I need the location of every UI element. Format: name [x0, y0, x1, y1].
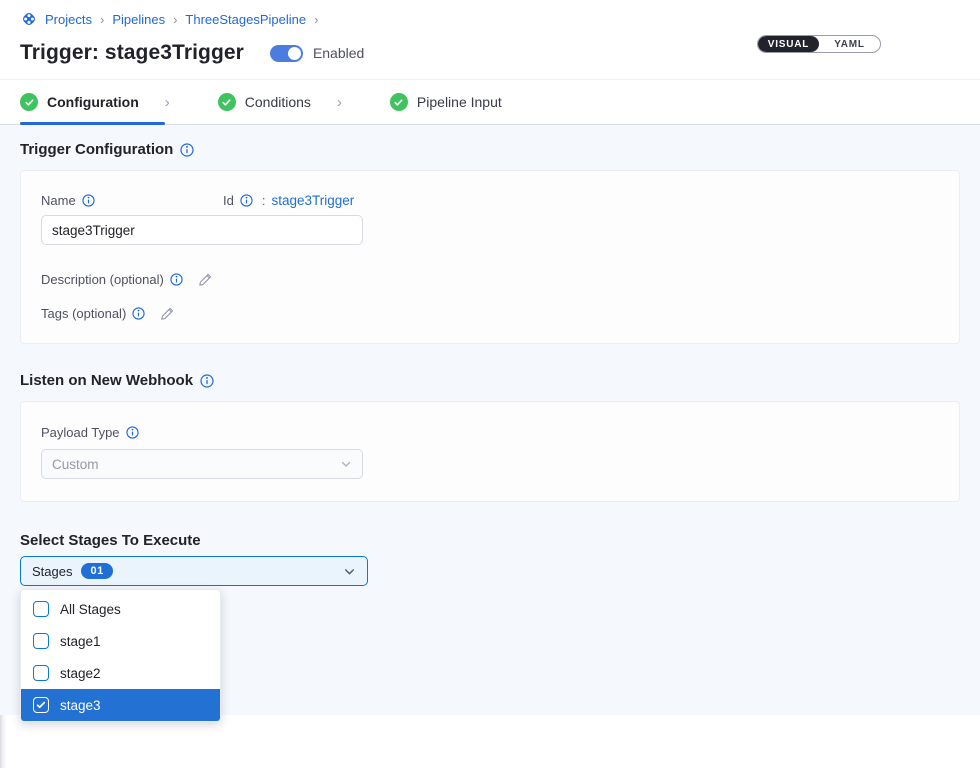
webhook-heading: Listen on New Webhook — [20, 372, 960, 389]
checkbox-icon[interactable] — [33, 697, 49, 713]
payload-type-value: Custom — [52, 457, 99, 472]
stage-option-stage2[interactable]: stage2 — [21, 657, 220, 689]
description-label: Description (optional) — [41, 272, 164, 287]
breadcrumb-pipeline-name[interactable]: ThreeStagesPipeline — [185, 12, 306, 27]
edit-pencil-icon[interactable] — [160, 306, 175, 321]
check-circle-icon — [390, 93, 408, 111]
option-label: stage3 — [60, 698, 101, 713]
tab-conditions[interactable]: Conditions — [218, 80, 337, 124]
chevron-right-icon: › — [165, 94, 194, 111]
tab-label: Pipeline Input — [417, 94, 502, 110]
checkbox-icon[interactable] — [33, 633, 49, 649]
edit-pencil-icon[interactable] — [198, 272, 213, 287]
projects-icon — [20, 10, 38, 28]
check-circle-icon — [218, 93, 236, 111]
main-content: Trigger Configuration Name Id : stage3Tr… — [0, 125, 980, 715]
tab-label: Configuration — [47, 94, 139, 110]
info-icon[interactable] — [82, 194, 95, 207]
name-input[interactable] — [41, 215, 363, 245]
stage-option-all-stages[interactable]: All Stages — [21, 593, 220, 625]
tab-pipeline-input[interactable]: Pipeline Input — [390, 80, 528, 124]
check-circle-icon — [20, 93, 38, 111]
chevron-down-icon — [340, 458, 352, 470]
breadcrumb: Projects › Pipelines › ThreeStagesPipeli… — [20, 10, 960, 28]
info-icon[interactable] — [126, 426, 139, 439]
visual-yaml-toggle[interactable]: VISUAL YAML — [757, 35, 881, 53]
name-field-label: Name — [41, 193, 223, 208]
section-heading-text: Listen on New Webhook — [20, 372, 193, 389]
visual-toggle-segment[interactable]: VISUAL — [758, 36, 819, 52]
id-colon: : — [262, 193, 266, 208]
yaml-toggle-segment[interactable]: YAML — [819, 36, 880, 52]
id-row: Id : stage3Trigger — [223, 193, 354, 208]
payload-type-label-text: Payload Type — [41, 425, 120, 440]
tab-configuration[interactable]: Configuration — [20, 80, 165, 124]
tags-label: Tags (optional) — [41, 306, 126, 321]
wizard-tabbar: Configuration › Conditions › Pipeline In… — [0, 79, 980, 125]
chevron-right-icon: › — [337, 94, 366, 111]
enabled-toggle-label: Enabled — [313, 45, 364, 61]
option-label: stage2 — [60, 666, 101, 681]
checkbox-icon[interactable] — [33, 665, 49, 681]
description-row: Description (optional) — [41, 272, 939, 287]
option-label: stage1 — [60, 634, 101, 649]
toggle-knob — [288, 47, 301, 60]
option-label: All Stages — [60, 602, 121, 617]
id-label-text: Id — [223, 193, 234, 208]
tags-row: Tags (optional) — [41, 306, 939, 321]
stages-field-label: Stages — [32, 564, 72, 579]
stages-dropdown-panel: All Stages stage1 stage2 stage3 — [20, 589, 221, 722]
name-label-text: Name — [41, 193, 76, 208]
select-stages-heading: Select Stages To Execute — [20, 532, 960, 549]
checkbox-icon[interactable] — [33, 601, 49, 617]
breadcrumb-separator: › — [173, 12, 177, 27]
info-icon[interactable] — [170, 273, 183, 286]
stages-count-badge: 01 — [81, 563, 112, 579]
payload-type-label: Payload Type — [41, 425, 139, 440]
breadcrumb-separator: › — [314, 12, 318, 27]
info-icon[interactable] — [180, 143, 194, 157]
chevron-down-icon — [343, 565, 356, 578]
enabled-toggle[interactable] — [270, 45, 303, 62]
breadcrumb-projects[interactable]: Projects — [45, 12, 92, 27]
info-icon[interactable] — [132, 307, 145, 320]
page-title: Trigger: stage3Trigger — [20, 41, 244, 65]
breadcrumb-separator: › — [100, 12, 104, 27]
info-icon[interactable] — [240, 194, 253, 207]
stages-multiselect-field[interactable]: Stages 01 — [20, 556, 368, 586]
info-icon[interactable] — [200, 374, 214, 388]
breadcrumb-pipelines[interactable]: Pipelines — [112, 12, 165, 27]
trigger-configuration-card: Name Id : stage3Trigger Description (opt… — [20, 170, 960, 344]
webhook-card: Payload Type Custom — [20, 401, 960, 502]
payload-type-select[interactable]: Custom — [41, 449, 363, 479]
tab-label: Conditions — [245, 94, 311, 110]
id-value-link[interactable]: stage3Trigger — [271, 193, 354, 208]
section-heading-text: Trigger Configuration — [20, 141, 173, 158]
stage-option-stage3[interactable]: stage3 — [21, 689, 220, 721]
stage-option-stage1[interactable]: stage1 — [21, 625, 220, 657]
trigger-configuration-heading: Trigger Configuration — [20, 141, 960, 158]
